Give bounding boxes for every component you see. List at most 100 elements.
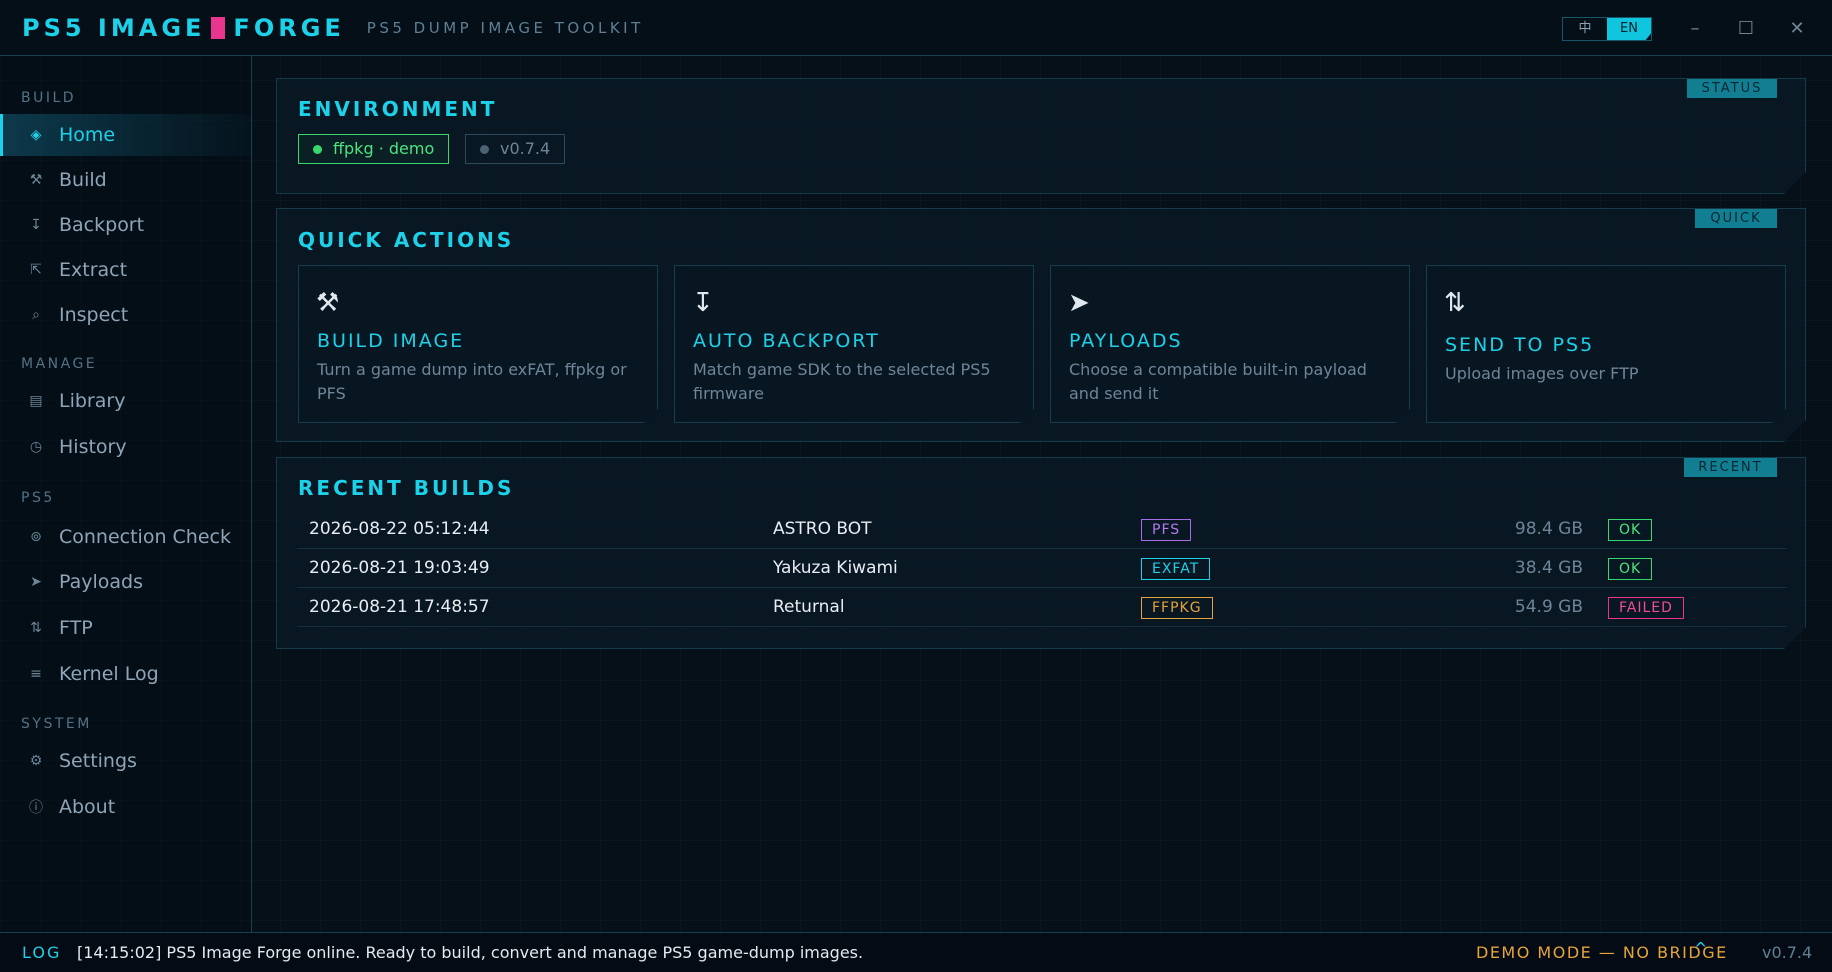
title-bar: PS5 IMAGE FORGE PS5 DUMP IMAGE TOOLKIT 中… bbox=[0, 0, 1832, 56]
quick-actions-title: QUICK ACTIONS bbox=[298, 228, 515, 252]
logo-text-left: PS5 IMAGE bbox=[22, 13, 206, 42]
build-size: 98.4 GB bbox=[1514, 519, 1583, 539]
status-dot-icon bbox=[480, 145, 489, 154]
sidebar-item-inspect[interactable]: ⌕ Inspect bbox=[0, 294, 251, 336]
card-title: AUTO BACKPORT bbox=[693, 330, 880, 352]
sidebar-item-extract[interactable]: ⇱ Extract bbox=[0, 249, 251, 291]
sidebar-item-label: Backport bbox=[59, 214, 145, 236]
card-description: Turn a game dump into exFAT, ffpkg or PF… bbox=[317, 360, 627, 403]
demo-mode-indicator: DEMO MODE — NO BRIDGE bbox=[1476, 943, 1728, 962]
app-logo: PS5 IMAGE FORGE bbox=[22, 14, 345, 42]
sidebar-item-about[interactable]: ⓘ About bbox=[0, 786, 251, 828]
send-icon: ➤ bbox=[30, 574, 42, 590]
clock-icon: ◷ bbox=[29, 439, 43, 455]
sidebar-item-label: Kernel Log bbox=[59, 663, 159, 685]
environment-panel: STATUS ENVIRONMENT ffpkg · demo v0.7.4 bbox=[276, 78, 1806, 194]
expand-log-button[interactable]: ^ bbox=[1694, 939, 1707, 958]
app-version: v0.7.4 bbox=[1762, 943, 1813, 962]
auto-backport-card[interactable]: ↧ AUTO BACKPORT Match game SDK to the se… bbox=[674, 265, 1034, 423]
sidebar-item-label: Build bbox=[59, 169, 107, 191]
format-badge: PFS bbox=[1141, 519, 1191, 541]
log-tag: LOG bbox=[22, 943, 62, 962]
sidebar-section-build: BUILD bbox=[21, 90, 77, 106]
env-mode-label: ffpkg · demo bbox=[333, 139, 435, 158]
sidebar-item-kernel-log[interactable]: ≡ Kernel Log bbox=[0, 653, 251, 695]
sidebar-item-library[interactable]: ▤ Library bbox=[0, 380, 251, 422]
build-date: 2026-08-22 05:12:44 bbox=[309, 519, 490, 539]
send-to-ps5-card[interactable]: ⇅ SEND TO PS5 Upload images over FTP bbox=[1426, 265, 1786, 423]
build-game: ASTRO BOT bbox=[773, 519, 872, 539]
card-title: PAYLOADS bbox=[1069, 330, 1183, 352]
arrow-down-icon: ↧ bbox=[30, 217, 42, 233]
sidebar-item-backport[interactable]: ↧ Backport bbox=[0, 204, 251, 246]
gear-icon: ⚙ bbox=[29, 753, 43, 769]
sidebar-section-ps5: PS5 bbox=[21, 490, 55, 506]
sidebar-item-label: History bbox=[59, 436, 127, 458]
status-badge: FAILED bbox=[1608, 597, 1684, 619]
sidebar-item-settings[interactable]: ⚙ Settings bbox=[0, 740, 251, 782]
transfer-icon: ⇅ bbox=[1444, 288, 1466, 318]
lang-zh-button[interactable]: 中 bbox=[1563, 18, 1607, 40]
log-message: [14:15:02] PS5 Image Forge online. Ready… bbox=[77, 943, 864, 962]
sidebar-section-manage: MANAGE bbox=[21, 356, 98, 372]
sidebar: BUILD ◈ Home ⚒ Build ↧ Backport ⇱ Extrac… bbox=[0, 56, 252, 932]
language-switch[interactable]: 中 EN bbox=[1562, 17, 1652, 41]
sidebar-item-history[interactable]: ◷ History bbox=[0, 426, 251, 468]
env-version-label: v0.7.4 bbox=[500, 139, 551, 158]
sidebar-item-label: Library bbox=[59, 390, 126, 412]
recent-tag: RECENT bbox=[1684, 458, 1777, 477]
env-mode-chip: ffpkg · demo bbox=[298, 134, 449, 164]
sidebar-item-build[interactable]: ⚒ Build bbox=[0, 159, 251, 201]
send-icon: ➤ bbox=[1068, 288, 1090, 318]
sidebar-item-label: FTP bbox=[59, 617, 93, 639]
recent-builds-panel: RECENT RECENT BUILDS 2026-08-22 05:12:44… bbox=[276, 457, 1806, 649]
env-version-chip: v0.7.4 bbox=[465, 134, 565, 164]
card-title: BUILD IMAGE bbox=[317, 330, 465, 352]
table-row[interactable]: 2026-08-21 19:03:49 Yakuza Kiwami EXFAT … bbox=[297, 549, 1787, 588]
minimize-button[interactable]: – bbox=[1680, 14, 1710, 44]
list-icon: ≡ bbox=[30, 666, 42, 682]
sidebar-item-ftp[interactable]: ⇅ FTP bbox=[0, 607, 251, 649]
payloads-card[interactable]: ➤ PAYLOADS Choose a compatible built-in … bbox=[1050, 265, 1410, 423]
status-badge: OK bbox=[1608, 558, 1652, 580]
recent-builds-title: RECENT BUILDS bbox=[298, 476, 515, 500]
status-dot-icon bbox=[313, 145, 322, 154]
status-badge: OK bbox=[1608, 519, 1652, 541]
format-badge: FFPKG bbox=[1141, 597, 1213, 619]
table-row[interactable]: 2026-08-21 17:48:57 Returnal FFPKG 54.9 … bbox=[297, 588, 1787, 627]
build-image-card[interactable]: ⚒ BUILD IMAGE Turn a game dump into exFA… bbox=[298, 265, 658, 423]
maximize-button[interactable]: ☐ bbox=[1731, 14, 1761, 44]
sidebar-item-home[interactable]: ◈ Home bbox=[0, 114, 251, 156]
build-game: Yakuza Kiwami bbox=[773, 558, 898, 578]
home-icon: ◈ bbox=[30, 127, 42, 143]
logo-mark bbox=[211, 16, 226, 39]
status-tag: STATUS bbox=[1687, 79, 1777, 98]
transfer-icon: ⇅ bbox=[30, 620, 42, 636]
build-date: 2026-08-21 19:03:49 bbox=[309, 558, 490, 578]
quick-actions-panel: QUICK QUICK ACTIONS ⚒ BUILD IMAGE Turn a… bbox=[276, 208, 1806, 442]
build-game: Returnal bbox=[773, 597, 845, 617]
sidebar-item-label: Home bbox=[59, 124, 116, 146]
table-row[interactable]: 2026-08-22 05:12:44 ASTRO BOT PFS 98.4 G… bbox=[297, 510, 1787, 549]
connection-icon: ⊚ bbox=[30, 529, 42, 545]
lang-en-button[interactable]: EN bbox=[1607, 18, 1651, 40]
build-date: 2026-08-21 17:48:57 bbox=[309, 597, 490, 617]
app-subtitle: PS5 DUMP IMAGE TOOLKIT bbox=[366, 18, 644, 37]
card-description: Match game SDK to the selected PS5 firmw… bbox=[693, 360, 991, 403]
environment-title: ENVIRONMENT bbox=[298, 97, 498, 121]
sidebar-item-payloads[interactable]: ➤ Payloads bbox=[0, 561, 251, 603]
sidebar-item-label: Connection Check bbox=[59, 526, 231, 548]
sidebar-item-connection-check[interactable]: ⊚ Connection Check bbox=[0, 516, 251, 558]
sidebar-item-label: Extract bbox=[59, 259, 128, 281]
logo-text-right: FORGE bbox=[233, 13, 345, 42]
sidebar-item-label: Settings bbox=[59, 750, 137, 772]
card-description: Choose a compatible built-in payload and… bbox=[1069, 360, 1367, 403]
sidebar-item-label: About bbox=[59, 796, 116, 818]
close-button[interactable]: ✕ bbox=[1782, 14, 1812, 44]
info-icon: ⓘ bbox=[29, 800, 43, 816]
sidebar-section-system: SYSTEM bbox=[21, 716, 92, 732]
format-badge: EXFAT bbox=[1141, 558, 1210, 580]
quick-tag: QUICK bbox=[1695, 209, 1777, 228]
hammer-icon: ⚒ bbox=[29, 172, 43, 188]
sidebar-item-label: Inspect bbox=[59, 304, 129, 326]
